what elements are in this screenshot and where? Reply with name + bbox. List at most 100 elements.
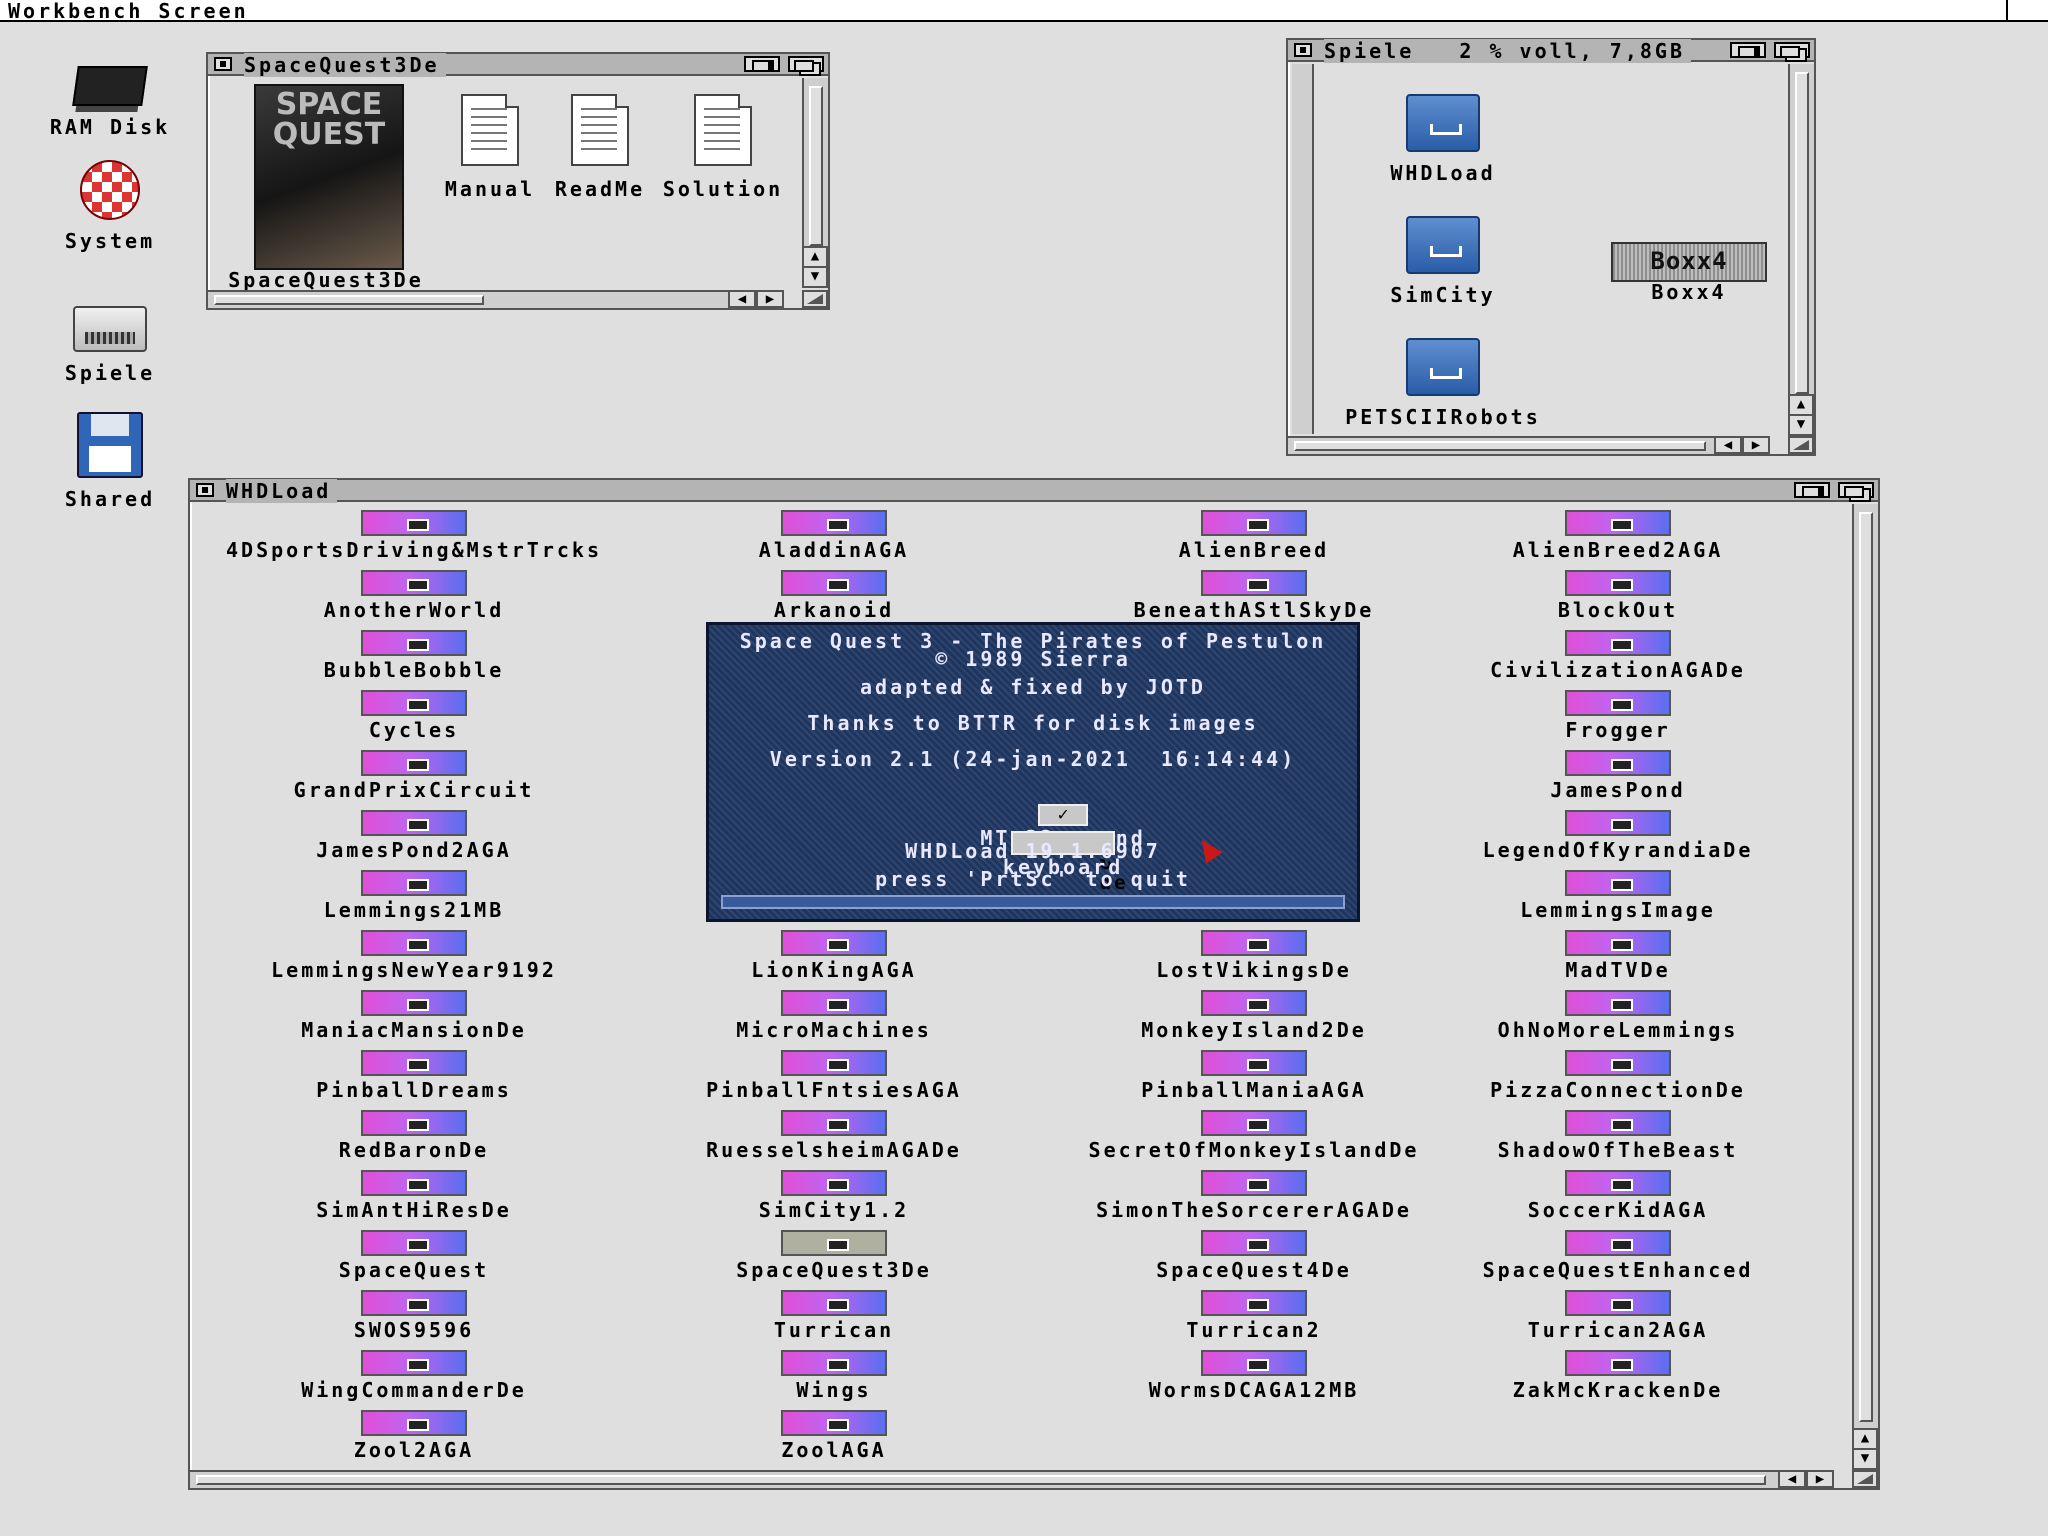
size-gadget[interactable] [802, 290, 828, 308]
whdload-game-item[interactable]: PinballDreams [204, 1050, 624, 1102]
zoom-gadget[interactable] [1730, 42, 1766, 58]
whdload-game-item[interactable]: PizzaConnectionDe [1408, 1050, 1828, 1102]
app-item-boxx4[interactable]: Boxx4 Boxx4 [1604, 242, 1774, 304]
file-item-manual[interactable]: Manual [440, 94, 540, 201]
whdload-game-item[interactable]: ManiacMansionDe [204, 990, 624, 1042]
whdload-game-item[interactable]: Cycles [204, 690, 624, 742]
whdload-game-item[interactable]: Turrican2AGA [1408, 1290, 1828, 1342]
whdload-game-item[interactable]: AlienBreed2AGA [1408, 510, 1828, 562]
whdload-game-item[interactable]: Lemmings21MB [204, 870, 624, 922]
whdload-game-item[interactable]: LostVikingsDe [1044, 930, 1464, 982]
size-gadget[interactable] [1788, 436, 1814, 454]
spiele-window[interactable]: Spiele 2 % voll, 7,8GB WHDLoad SimCity P… [1286, 38, 1816, 456]
spacequest-boxart-icon[interactable]: SPACE QUEST [254, 84, 404, 270]
scroll-right-arrow-icon[interactable]: ▶ [756, 290, 784, 308]
whdload-game-item[interactable]: SpaceQuest3De [624, 1230, 1044, 1282]
whdload-game-item[interactable]: ShadowOfTheBeast [1408, 1110, 1828, 1162]
whdload-game-item[interactable]: CivilizationAGADe [1408, 630, 1828, 682]
whdload-game-item[interactable]: LegendOfKyrandiaDe [1408, 810, 1828, 862]
whdload-game-item[interactable]: AladdinAGA [624, 510, 1044, 562]
zoom-gadget[interactable] [744, 56, 780, 72]
desktop-icon-spiele[interactable]: Spiele [20, 296, 200, 385]
scroll-left-arrow-icon[interactable]: ◀ [728, 290, 756, 308]
close-gadget[interactable] [1294, 43, 1312, 57]
window-title-bar[interactable]: SpaceQuest3De [208, 53, 828, 77]
scroll-up-arrow-icon[interactable]: ▲ [1852, 1428, 1878, 1450]
whdload-game-item[interactable]: LionKingAGA [624, 930, 1044, 982]
whdload-game-item[interactable]: SimCity1.2 [624, 1170, 1044, 1222]
whdload-game-item[interactable]: OhNoMoreLemmings [1408, 990, 1828, 1042]
drawer-item-whdload[interactable]: WHDLoad [1368, 94, 1518, 185]
scroll-up-arrow-icon[interactable]: ▲ [802, 246, 828, 268]
file-item-readme[interactable]: ReadMe [550, 94, 650, 201]
whdload-game-item[interactable]: 4DSportsDriving&MstrTrcks [204, 510, 624, 562]
whdload-game-item[interactable]: JamesPond2AGA [204, 810, 624, 862]
close-gadget[interactable] [196, 483, 214, 497]
whdload-game-item[interactable]: LemmingsNewYear9192 [204, 930, 624, 982]
whdload-game-item[interactable]: BubbleBobble [204, 630, 624, 682]
whdload-game-item[interactable]: SWOS9596 [204, 1290, 624, 1342]
whdload-game-item[interactable]: SpaceQuest4De [1044, 1230, 1464, 1282]
whdload-game-item[interactable]: SimAntHiResDe [204, 1170, 624, 1222]
whdload-game-item[interactable]: SpaceQuest [204, 1230, 624, 1282]
whdload-game-item[interactable]: Frogger [1408, 690, 1828, 742]
whdload-game-item[interactable]: BlockOut [1408, 570, 1828, 622]
vertical-scroll-thumb[interactable] [1795, 72, 1809, 394]
whdload-game-item[interactable]: ZoolAGA [624, 1410, 1044, 1462]
whdload-game-item[interactable]: GrandPrixCircuit [204, 750, 624, 802]
whdload-game-item[interactable]: RuesselsheimAGADe [624, 1110, 1044, 1162]
whdload-game-item[interactable]: PinballManiaAGA [1044, 1050, 1464, 1102]
whdload-game-item[interactable]: MadTVDe [1408, 930, 1828, 982]
drawer-item-petsciirobots[interactable]: PETSCIIRobots [1328, 338, 1558, 429]
size-gadget[interactable] [1852, 1470, 1878, 1488]
file-item-solution[interactable]: Solution [658, 94, 788, 201]
scroll-down-arrow-icon[interactable]: ▼ [1852, 1448, 1878, 1470]
whdload-game-item[interactable]: SoccerKidAGA [1408, 1170, 1828, 1222]
whdload-game-item[interactable]: SpaceQuestEnhanced [1408, 1230, 1828, 1282]
whdload-game-item[interactable]: AlienBreed [1044, 510, 1464, 562]
close-gadget[interactable] [214, 57, 232, 71]
scroll-up-arrow-icon[interactable]: ▲ [1788, 394, 1814, 416]
depth-gadget[interactable] [1774, 42, 1810, 58]
drawer-item-simcity[interactable]: SimCity [1368, 216, 1518, 307]
whdload-game-item[interactable]: Arkanoid [624, 570, 1044, 622]
vertical-scroll-thumb[interactable] [809, 86, 823, 246]
whdload-game-item[interactable]: WingCommanderDe [204, 1350, 624, 1402]
scroll-down-arrow-icon[interactable]: ▼ [1788, 414, 1814, 436]
scroll-right-arrow-icon[interactable]: ▶ [1742, 436, 1770, 454]
whdload-game-item[interactable]: SecretOfMonkeyIslandDe [1044, 1110, 1464, 1162]
whdload-game-item[interactable]: ZakMcKrackenDe [1408, 1350, 1828, 1402]
vertical-scrollbar[interactable] [1852, 504, 1878, 1448]
scroll-left-arrow-icon[interactable]: ◀ [1714, 436, 1742, 454]
scroll-left-arrow-icon[interactable]: ◀ [1778, 1470, 1806, 1488]
horizontal-scroll-thumb[interactable] [1294, 441, 1706, 451]
zoom-gadget[interactable] [1794, 482, 1830, 498]
whdload-game-item[interactable]: BeneathAStlSkyDe [1044, 570, 1464, 622]
whdload-game-item[interactable]: Turrican [624, 1290, 1044, 1342]
whdload-game-item[interactable]: Turrican2 [1044, 1290, 1464, 1342]
horizontal-scroll-thumb[interactable] [196, 1475, 1766, 1485]
whdload-game-item[interactable]: JamesPond [1408, 750, 1828, 802]
whdload-game-item[interactable]: Zool2AGA [204, 1410, 624, 1462]
whdload-game-item[interactable]: WormsDCAGA12MB [1044, 1350, 1464, 1402]
whdload-game-item[interactable]: Wings [624, 1350, 1044, 1402]
whdload-game-item[interactable]: PinballFntsiesAGA [624, 1050, 1044, 1102]
horizontal-scrollbar[interactable] [190, 1470, 1778, 1488]
depth-gadget[interactable] [1838, 482, 1874, 498]
horizontal-scrollbar[interactable] [1288, 436, 1714, 454]
desktop-icon-system[interactable]: System [20, 160, 200, 253]
horizontal-scroll-thumb[interactable] [214, 295, 484, 305]
spacequest-window[interactable]: SpaceQuest3De SPACE QUEST SpaceQuest3De … [206, 52, 830, 310]
scroll-down-arrow-icon[interactable]: ▼ [802, 266, 828, 288]
window-title-bar[interactable]: WHDLoad [190, 479, 1878, 503]
vertical-scrollbar[interactable] [1788, 64, 1814, 414]
screen-depth-gadget[interactable] [2006, 0, 2048, 20]
desktop-icon-ram-disk[interactable]: RAM Disk [20, 50, 200, 139]
whdload-game-item[interactable]: MicroMachines [624, 990, 1044, 1042]
whdload-game-item[interactable]: AnotherWorld [204, 570, 624, 622]
scroll-right-arrow-icon[interactable]: ▶ [1806, 1470, 1834, 1488]
window-title-bar[interactable]: Spiele 2 % voll, 7,8GB [1288, 39, 1814, 63]
desktop-icon-shared[interactable]: Shared [20, 412, 200, 511]
whdload-game-item[interactable]: LemmingsImage [1408, 870, 1828, 922]
file-item-spacequest3de[interactable]: SpaceQuest3De [216, 268, 436, 292]
